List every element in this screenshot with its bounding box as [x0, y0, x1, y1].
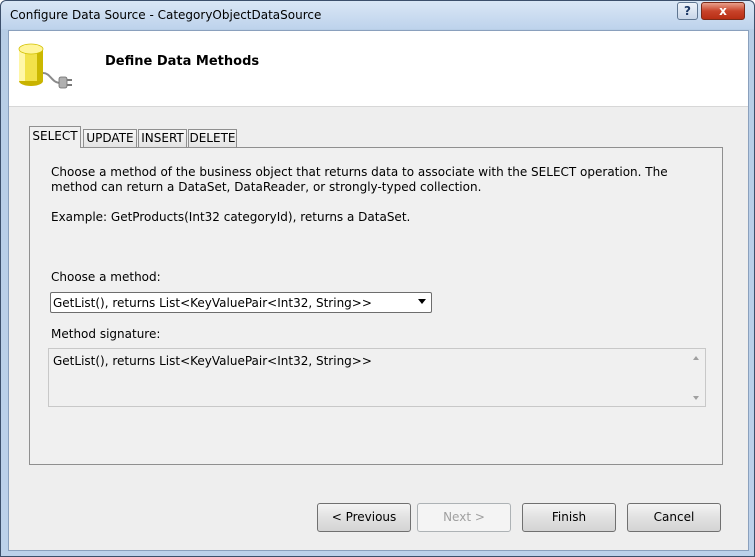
method-description: Choose a method of the business object t… [51, 165, 668, 194]
wizard-header: Define Data Methods [9, 31, 748, 107]
title-bar: Configure Data Source - CategoryObjectDa… [1, 1, 754, 29]
tab-delete[interactable]: DELETE [188, 129, 237, 147]
tab-insert[interactable]: INSERT [138, 129, 187, 147]
choose-method-label: Choose a method: [51, 270, 161, 284]
method-dropdown-value: GetList(), returns List<KeyValuePair<Int… [53, 296, 372, 310]
dialog-window: Configure Data Source - CategoryObjectDa… [0, 0, 755, 557]
method-signature-text: GetList(), returns List<KeyValuePair<Int… [53, 354, 372, 368]
cancel-button[interactable]: Cancel [627, 503, 721, 532]
window-title: Configure Data Source - CategoryObjectDa… [10, 8, 322, 22]
method-example: Example: GetProducts(Int32 categoryId), … [51, 210, 411, 224]
next-button[interactable]: Next > [417, 503, 511, 532]
tab-select[interactable]: SELECT [29, 126, 81, 148]
database-plug-icon [18, 43, 72, 89]
tab-update[interactable]: UPDATE [83, 129, 137, 147]
method-signature-label: Method signature: [51, 327, 161, 341]
method-signature-box: GetList(), returns List<KeyValuePair<Int… [48, 348, 706, 407]
help-button[interactable]: ? [677, 2, 698, 20]
close-button[interactable]: x [701, 2, 745, 20]
scroll-down-icon[interactable] [693, 396, 699, 400]
chevron-down-icon[interactable] [418, 299, 426, 304]
previous-button[interactable]: < Previous [317, 503, 411, 532]
dialog-client-area: Define Data Methods SELECT UPDATE INSERT… [8, 30, 749, 551]
scroll-up-icon[interactable] [693, 356, 699, 360]
select-tab-panel: Choose a method of the business object t… [29, 147, 723, 465]
finish-button[interactable]: Finish [522, 503, 616, 532]
method-dropdown[interactable]: GetList(), returns List<KeyValuePair<Int… [50, 292, 432, 313]
page-title: Define Data Methods [105, 54, 260, 69]
signature-scrollbar[interactable] [688, 349, 705, 406]
